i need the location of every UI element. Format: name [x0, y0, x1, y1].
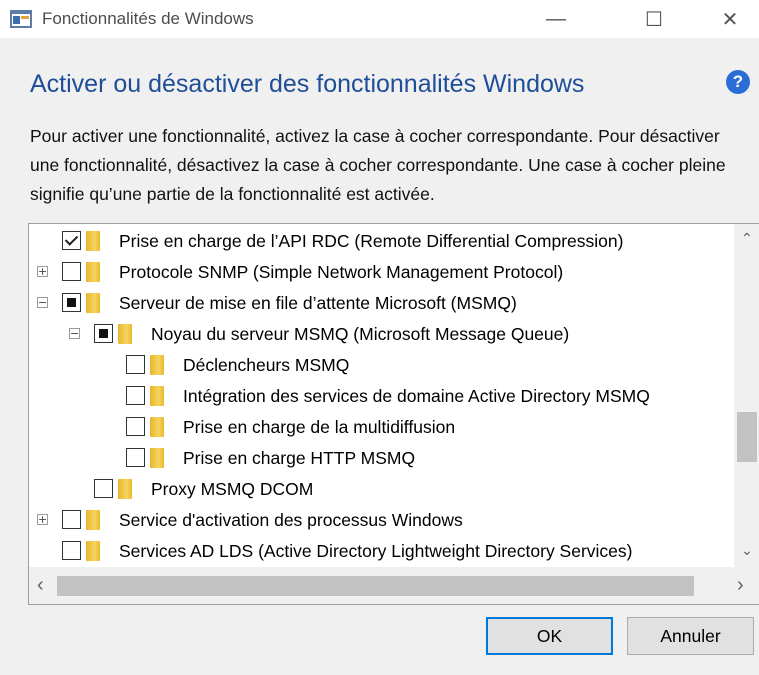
- feature-label: Services AD LDS (Active Directory Lightw…: [119, 541, 633, 561]
- close-icon: ✕: [721, 8, 739, 31]
- feature-row[interactable]: − Noyau du serveur MSMQ (Microsoft Messag…: [29, 319, 729, 350]
- folder-icon: [150, 448, 164, 468]
- vertical-scroll-thumb[interactable]: [737, 412, 757, 462]
- windows-features-icon: [10, 10, 32, 28]
- instructions-text: Pour activer une fonctionnalité, activez…: [30, 126, 726, 204]
- feature-row[interactable]: Prise en charge de la multidiffusion: [29, 412, 729, 443]
- feature-label: Déclencheurs MSMQ: [183, 355, 350, 375]
- folder-icon: [118, 324, 132, 344]
- features-tree[interactable]: Prise en charge de l’API RDC (Remote Dif…: [28, 223, 759, 605]
- folder-icon: [118, 479, 132, 499]
- maximize-button[interactable]: ☐: [625, 0, 683, 38]
- feature-row[interactable]: Proxy MSMQ DCOM: [29, 474, 729, 505]
- feature-row[interactable]: Déclencheurs MSMQ: [29, 350, 729, 381]
- feature-row[interactable]: + Service d'activation des processus Wind…: [29, 505, 729, 536]
- feature-checkbox[interactable]: [126, 386, 145, 405]
- collapse-icon[interactable]: −: [37, 297, 48, 308]
- folder-icon: [150, 417, 164, 437]
- feature-row[interactable]: Services AD LDS (Active Directory Lightw…: [29, 536, 729, 567]
- scroll-down-icon[interactable]: ⌄: [741, 542, 753, 559]
- folder-icon: [86, 510, 100, 530]
- vertical-scrollbar[interactable]: ⌃ ⌄: [734, 224, 759, 567]
- feature-checkbox[interactable]: [62, 541, 81, 560]
- feature-label: Serveur de mise en file d’attente Micros…: [119, 293, 517, 313]
- feature-checkbox[interactable]: [62, 510, 81, 529]
- folder-icon: [86, 262, 100, 282]
- feature-checkbox[interactable]: [62, 293, 81, 312]
- feature-checkbox[interactable]: [94, 479, 113, 498]
- feature-label: Service d'activation des processus Windo…: [119, 510, 463, 530]
- feature-row[interactable]: + Protocole SNMP (Simple Network Manageme…: [29, 257, 729, 288]
- feature-row[interactable]: Prise en charge HTTP MSMQ: [29, 443, 729, 474]
- feature-label: Proxy MSMQ DCOM: [151, 479, 314, 499]
- feature-label: Noyau du serveur MSMQ (Microsoft Message…: [151, 324, 570, 344]
- feature-row[interactable]: − Serveur de mise en file d’attente Micro…: [29, 288, 729, 319]
- scroll-right-icon[interactable]: ›: [737, 574, 744, 597]
- feature-label: Prise en charge de l’API RDC (Remote Dif…: [119, 231, 624, 251]
- folder-icon: [150, 386, 164, 406]
- feature-checkbox[interactable]: [126, 448, 145, 467]
- collapse-icon[interactable]: −: [69, 328, 80, 339]
- feature-label: Intégration des services de domaine Acti…: [183, 386, 650, 406]
- minimize-button[interactable]: —: [527, 0, 585, 38]
- feature-row[interactable]: Intégration des services de domaine Acti…: [29, 381, 729, 412]
- feature-checkbox[interactable]: [62, 262, 81, 281]
- feature-row[interactable]: Prise en charge de l’API RDC (Remote Dif…: [29, 226, 729, 257]
- scroll-left-icon[interactable]: ‹: [37, 574, 44, 597]
- expand-icon[interactable]: +: [37, 266, 48, 277]
- folder-icon: [150, 355, 164, 375]
- folder-icon: [86, 231, 100, 251]
- help-icon[interactable]: ?: [726, 70, 750, 94]
- feature-checkbox[interactable]: [126, 355, 145, 374]
- feature-checkbox[interactable]: [62, 231, 81, 250]
- horizontal-scrollbar[interactable]: ‹ ›: [29, 567, 759, 604]
- minimize-icon: —: [546, 7, 566, 30]
- horizontal-scroll-thumb[interactable]: [57, 576, 694, 596]
- page-title: Activer ou désactiver des fonctionnalité…: [30, 70, 585, 98]
- close-button[interactable]: ✕: [701, 0, 759, 38]
- feature-label: Protocole SNMP (Simple Network Managemen…: [119, 262, 564, 282]
- title-bar: Fonctionnalités de Windows — ☐ ✕: [0, 0, 759, 38]
- folder-icon: [86, 293, 100, 313]
- cancel-button[interactable]: Annuler: [627, 617, 754, 655]
- expand-icon[interactable]: +: [37, 514, 48, 525]
- scroll-up-icon[interactable]: ⌃: [741, 230, 753, 247]
- window-title: Fonctionnalités de Windows: [42, 9, 254, 28]
- feature-label: Prise en charge de la multidiffusion: [183, 417, 456, 437]
- feature-checkbox[interactable]: [94, 324, 113, 343]
- feature-label: Prise en charge HTTP MSMQ: [183, 448, 416, 468]
- maximize-icon: ☐: [645, 8, 663, 31]
- ok-button[interactable]: OK: [486, 617, 613, 655]
- folder-icon: [86, 541, 100, 561]
- feature-checkbox[interactable]: [126, 417, 145, 436]
